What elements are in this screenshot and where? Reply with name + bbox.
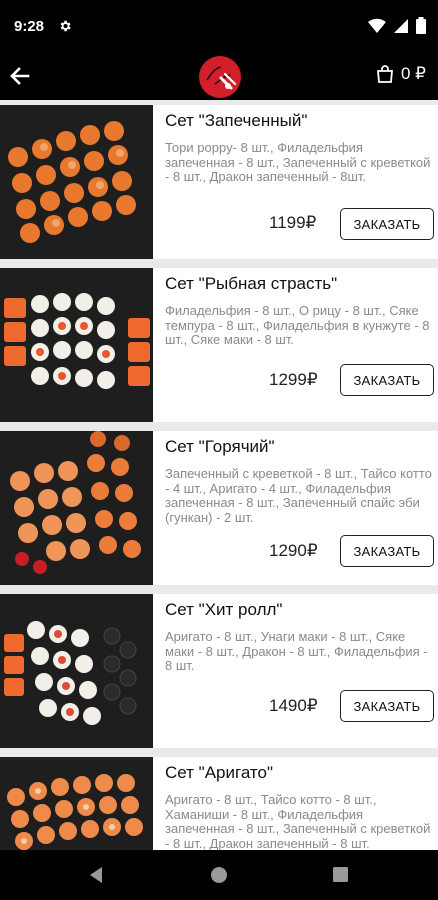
nav-recents-icon[interactable] <box>333 867 348 882</box>
cart-total: 0 ₽ <box>401 64 426 83</box>
product-card[interactable]: Сет "Рыбная страсть" Филадельфия - 8 шт.… <box>0 268 438 422</box>
product-card[interactable]: Сет "Хит ролл" Аригато - 8 шт., Унаги ма… <box>0 594 438 748</box>
nav-back-icon[interactable] <box>88 866 104 884</box>
order-button[interactable]: ЗАКАЗАТЬ <box>340 364 434 396</box>
product-title: Сет "Рыбная страсть" <box>165 274 338 293</box>
settings-gear-icon <box>60 20 71 32</box>
product-card[interactable]: Сет "Запеченный" Тори роррy- 8 шт., Фила… <box>0 105 438 259</box>
product-price: 1490₽ <box>269 696 318 715</box>
app-bar: 0 ₽ <box>0 52 438 100</box>
product-description: Аригато - 8 шт., Тайсо котто - 8 шт., Ха… <box>165 792 431 850</box>
battery-icon <box>416 17 426 34</box>
product-info: Сет "Аригато" Аригато - 8 шт., Тайсо кот… <box>165 757 432 850</box>
product-photo <box>0 431 153 585</box>
system-navigation-bar <box>0 850 438 900</box>
product-info: Сет "Горячий" Запеченный с креветкой - 8… <box>165 431 434 585</box>
product-title: Сет "Аригато" <box>165 763 273 782</box>
product-title: Сет "Горячий" <box>165 437 275 456</box>
product-card[interactable]: Сет "Горячий" Запеченный с креветкой - 8… <box>0 431 438 585</box>
signal-icon <box>394 18 408 33</box>
product-photo <box>0 757 153 850</box>
wifi-icon <box>368 18 386 33</box>
product-info: Сет "Хит ролл" Аригато - 8 шт., Унаги ма… <box>165 594 434 748</box>
order-button[interactable]: ЗАКАЗАТЬ <box>340 690 434 722</box>
product-description: Филадельфия - 8 шт., О рицу - 8 шт., Сяк… <box>165 303 430 347</box>
brand-logo-icon <box>199 56 241 98</box>
product-photo <box>0 594 153 748</box>
product-photo <box>0 268 153 422</box>
status-time: 9:28 <box>14 18 45 35</box>
product-price: 1199₽ <box>269 213 317 232</box>
nav-home-icon[interactable] <box>210 866 228 884</box>
status-bar: 9:28 <box>0 0 438 52</box>
product-description: Тори роррy- 8 шт., Филадельфия запеченна… <box>165 140 431 184</box>
product-price: 1290₽ <box>269 541 318 560</box>
status-icons <box>368 17 426 34</box>
product-description: Запеченный с креветкой - 8 шт., Тайсо ко… <box>165 466 432 525</box>
product-info: Сет "Рыбная страсть" Филадельфия - 8 шт.… <box>165 268 434 422</box>
back-arrow-icon[interactable] <box>6 62 34 90</box>
product-list[interactable]: Сет "Запеченный" Тори роррy- 8 шт., Фила… <box>0 100 438 850</box>
product-card[interactable]: Сет "Аригато" Аригато - 8 шт., Тайсо кот… <box>0 757 438 850</box>
cart-button[interactable]: 0 ₽ <box>375 64 426 84</box>
product-description: Аригато - 8 шт., Унаги маки - 8 шт., Сяк… <box>165 629 428 673</box>
shopping-bag-icon <box>377 65 393 83</box>
product-photo <box>0 105 153 259</box>
order-button[interactable]: ЗАКАЗАТЬ <box>340 535 434 567</box>
order-button[interactable]: ЗАКАЗАТЬ <box>340 208 434 240</box>
product-info: Сет "Запеченный" Тори роррy- 8 шт., Фила… <box>165 105 434 259</box>
product-price: 1299₽ <box>269 370 318 389</box>
product-title: Сет "Запеченный" <box>165 111 308 130</box>
product-title: Сет "Хит ролл" <box>165 600 283 619</box>
